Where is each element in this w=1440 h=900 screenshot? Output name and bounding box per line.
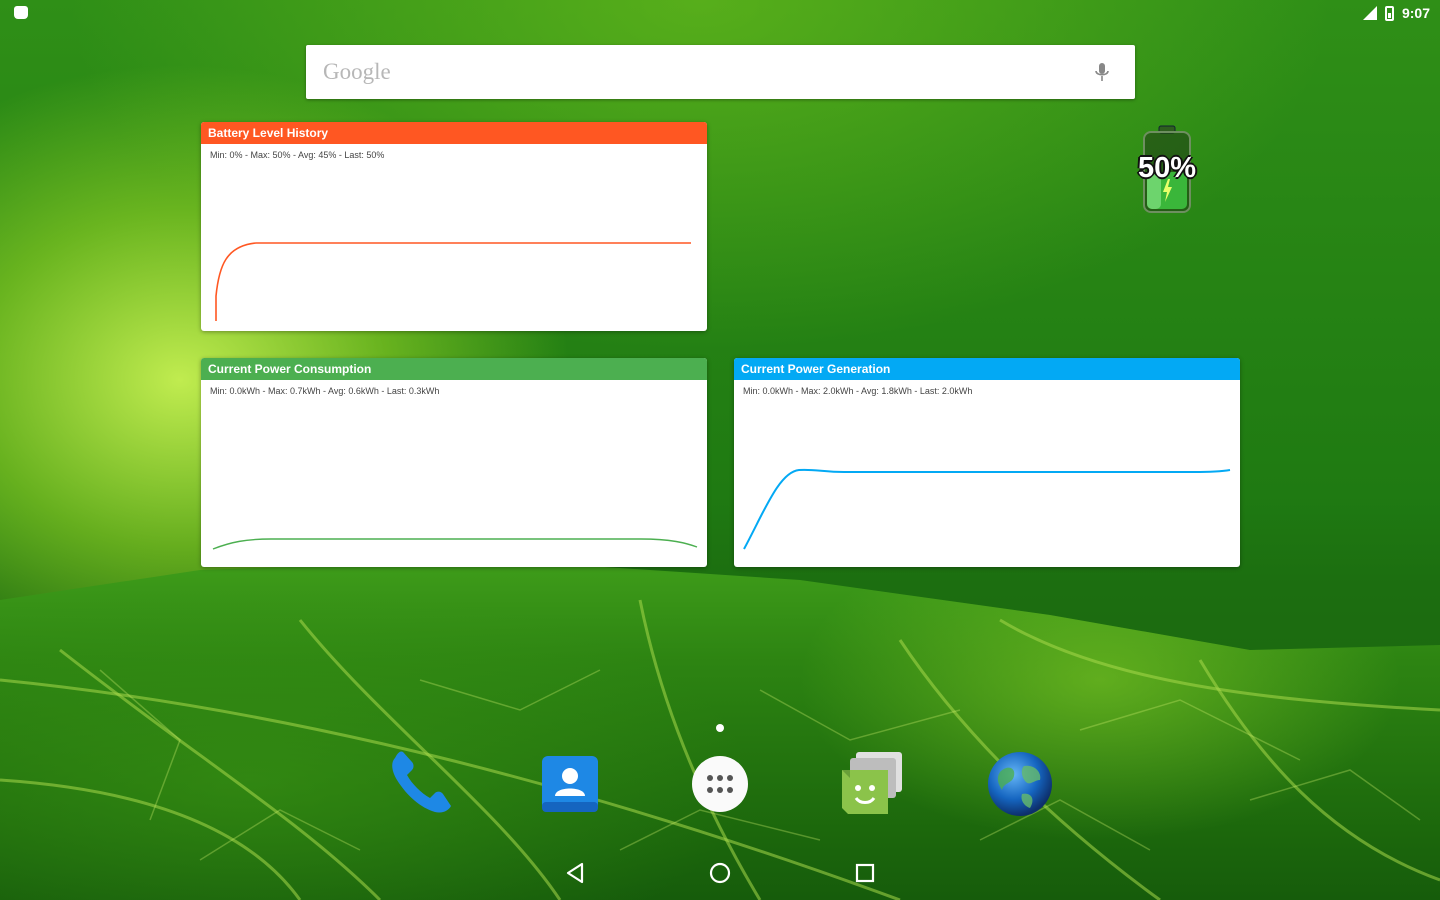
widget-stats: Min: 0.0kWh - Max: 0.7kWh - Avg: 0.6kWh … bbox=[210, 386, 440, 396]
phone-icon[interactable] bbox=[387, 748, 451, 813]
power-consumption-widget[interactable]: Current Power Consumption Min: 0.0kWh - … bbox=[201, 358, 707, 567]
home-icon[interactable] bbox=[708, 861, 732, 885]
back-icon[interactable] bbox=[564, 861, 588, 885]
status-time: 9:07 bbox=[1401, 5, 1430, 21]
contacts-icon[interactable] bbox=[540, 752, 604, 816]
status-bar: 9:07 bbox=[0, 0, 1440, 26]
mic-icon[interactable] bbox=[1093, 61, 1111, 85]
power-consumption-graph bbox=[212, 538, 698, 550]
widget-title: Current Power Generation bbox=[734, 358, 1240, 380]
android-icon bbox=[14, 6, 28, 19]
power-generation-widget[interactable]: Current Power Generation Min: 0.0kWh - M… bbox=[734, 358, 1240, 567]
battery-percent: 50% bbox=[1137, 152, 1197, 184]
status-right: 9:07 bbox=[1361, 4, 1430, 22]
messaging-icon[interactable] bbox=[836, 750, 902, 814]
signal-icon bbox=[1362, 6, 1377, 20]
app-drawer-icon[interactable] bbox=[690, 754, 754, 818]
widget-stats: Min: 0.0kWh - Max: 2.0kWh - Avg: 1.8kWh … bbox=[743, 386, 973, 396]
widget-stats: Min: 0% - Max: 50% - Avg: 45% - Last: 50… bbox=[210, 150, 385, 160]
widget-title: Current Power Consumption bbox=[201, 358, 707, 380]
power-generation-graph bbox=[743, 468, 1231, 550]
google-logo: Google bbox=[323, 59, 391, 84]
battery-icon bbox=[1384, 5, 1394, 21]
battery-history-widget[interactable]: Battery Level History Min: 0% - Max: 50%… bbox=[201, 122, 707, 331]
widget-title: Battery Level History bbox=[201, 122, 707, 144]
battery-history-graph bbox=[215, 242, 691, 321]
navigation-bar bbox=[0, 848, 1440, 900]
recents-icon[interactable] bbox=[853, 861, 877, 885]
browser-icon[interactable] bbox=[986, 750, 1052, 816]
battery-level-widget[interactable]: 50% bbox=[1134, 124, 1200, 216]
page-indicator bbox=[716, 724, 724, 732]
google-search-bar[interactable]: Google bbox=[306, 45, 1135, 99]
